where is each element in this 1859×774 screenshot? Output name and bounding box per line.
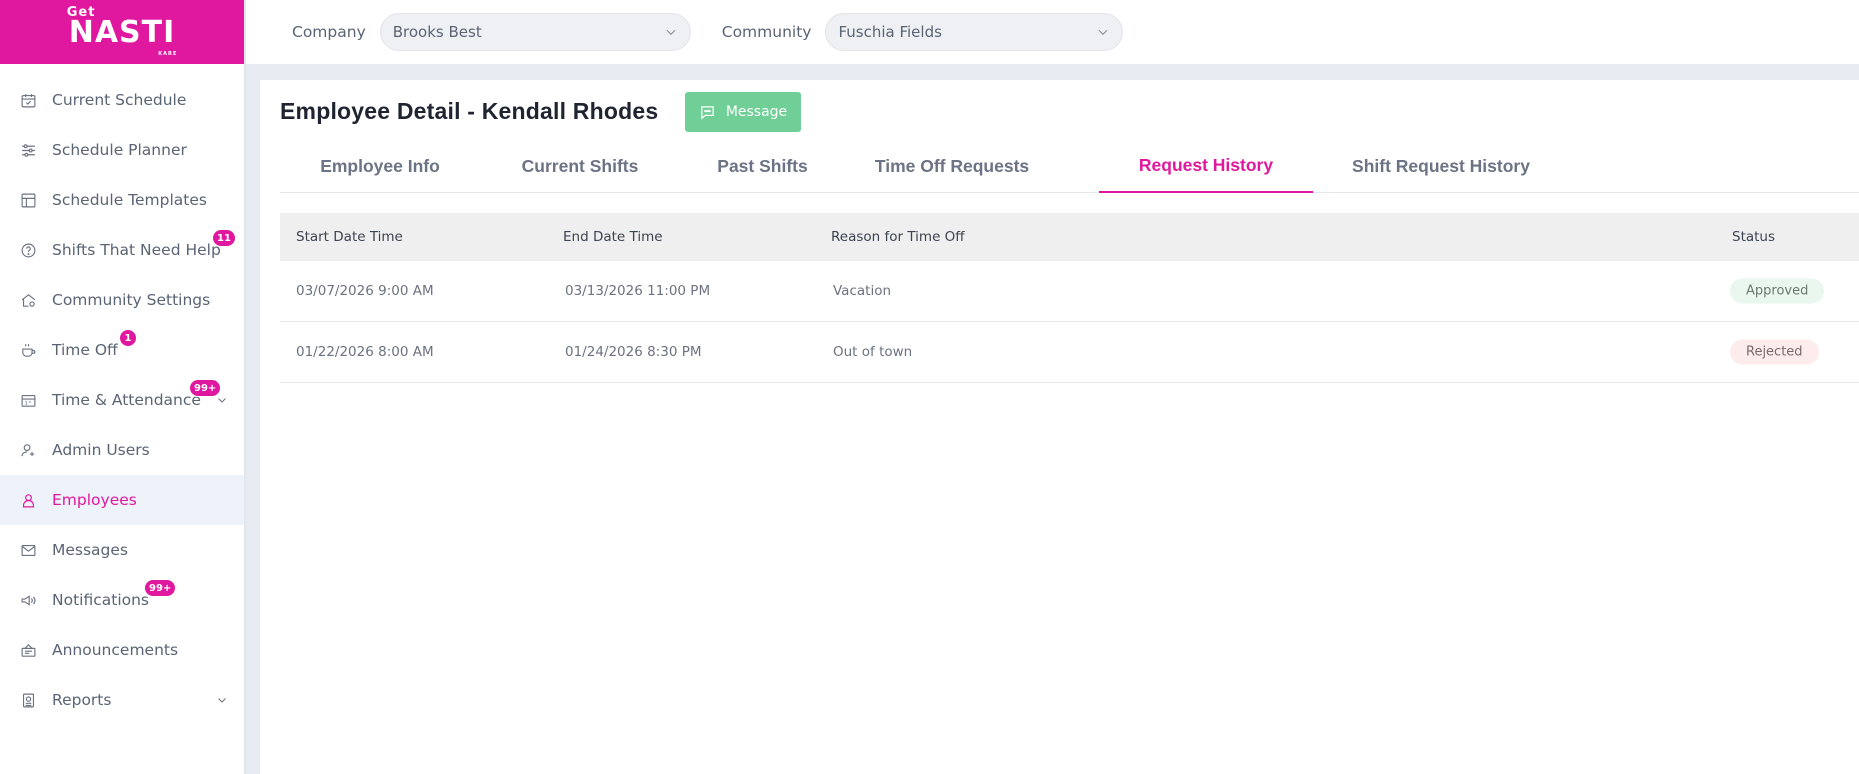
sidebar-item-label: Schedule Templates [52,191,207,209]
user-icon [20,492,37,509]
chat-icon [701,105,714,119]
logo-sub: KARE [158,50,178,57]
sidebar-item-label: Shifts That Need Help [52,241,221,259]
employee-tabs: Employee Info Current Shifts Past Shifts… [280,140,1859,193]
column-header-reason[interactable]: Reason for Time Off [831,229,965,245]
message-button-label: Message [725,104,788,120]
tab-label: Time Off Requests [874,156,1030,176]
sidebar-item-community-settings[interactable]: Community Settings [0,275,244,325]
sidebar-item-label: Announcements [52,641,179,659]
calendar-grid-icon [20,392,37,409]
company-select-value: Brooks Best [392,23,482,41]
tab-label: Past Shifts [717,156,808,176]
sidebar-item-label: Admin Users [52,441,150,459]
sidebar-item-current-schedule[interactable]: Current Schedule [0,75,244,125]
tab-shift-request-history[interactable]: Shift Request History [1313,140,1569,193]
sidebar-item-time-attendance[interactable]: Time & Attendance 99+ [0,375,244,425]
sidebar-nav: Current Schedule Schedule Planner Schedu… [0,64,244,725]
chevron-down-icon [666,29,676,36]
sidebar-item-admin-users[interactable]: Admin Users [0,425,244,475]
sidebar: Get NASTI KARE Current Schedule Schedule… [0,0,246,774]
sidebar-item-label: Time & Attendance [52,391,201,409]
table-header: Start Date Time End Date Time Reason for… [280,213,1859,261]
tab-time-off-requests[interactable]: Time Off Requests [845,140,1059,193]
notification-badge: 1 [119,329,137,347]
sidebar-item-label: Notifications [52,591,150,609]
chevron-down-icon[interactable] [216,394,228,406]
sidebar-item-label: Time Off [52,341,118,359]
layout-icon [20,192,37,209]
signboard-icon [20,642,37,659]
tab-label: Employee Info [320,156,440,176]
megaphone-icon [20,592,37,609]
tab-employee-info[interactable]: Employee Info [280,140,480,193]
company-select[interactable]: Brooks Best [379,13,691,51]
status-badge: Approved [1730,278,1825,304]
tab-current-shifts[interactable]: Current Shifts [480,140,680,193]
sidebar-item-label: Employees [52,491,137,509]
top-bar: Company Brooks Best Community Fuschia Fi… [246,0,1859,64]
cell-reason: Vacation [833,283,892,299]
sidebar-item-reports[interactable]: Reports [0,675,244,725]
column-header-status[interactable]: Status [1732,229,1775,245]
sidebar-item-label: Current Schedule [52,91,187,109]
community-label: Community [721,23,812,41]
tab-past-shifts[interactable]: Past Shifts [680,140,845,193]
request-history-table: Start Date Time End Date Time Reason for… [280,213,1859,383]
sidebar-item-schedule-planner[interactable]: Schedule Planner [0,125,244,175]
table-row[interactable]: 01/22/2026 8:00 AM 01/24/2026 8:30 PM Ou… [280,322,1859,383]
notification-badge: 99+ [144,579,177,597]
report-icon [20,692,37,709]
logo-text: Get NASTI KARE [67,5,177,57]
table-row[interactable]: 03/07/2026 9:00 AM 03/13/2026 11:00 PM V… [280,261,1859,322]
sliders-icon [20,142,37,159]
sidebar-item-schedule-templates[interactable]: Schedule Templates [0,175,244,225]
main-content: Employee Detail - Kendall Rhodes Message… [260,80,1859,774]
content-gutter [246,64,1859,80]
community-select[interactable]: Fuschia Fields [825,13,1124,51]
status-badge: Rejected [1730,339,1819,365]
coffee-icon [20,342,37,359]
sidebar-item-notifications[interactable]: Notifications 99+ [0,575,244,625]
cell-reason: Out of town [833,344,913,360]
sidebar-item-employees[interactable]: Employees [0,475,244,525]
message-button[interactable]: Message [685,92,801,132]
column-header-end[interactable]: End Date Time [563,229,663,245]
cell-end: 01/24/2026 8:30 PM [565,344,702,360]
company-label: Company [292,23,366,41]
sidebar-item-label: Community Settings [52,291,211,309]
community-select-value: Fuschia Fields [838,23,942,41]
mail-icon [20,542,37,559]
calendar-check-icon [20,92,37,109]
logo-main: NASTI [68,14,176,50]
tab-request-history[interactable]: Request History [1099,140,1313,193]
sidebar-item-label: Messages [52,541,129,559]
tab-label: Shift Request History [1352,156,1530,176]
sidebar-item-time-off[interactable]: Time Off 1 [0,325,244,375]
app-logo[interactable]: Get NASTI KARE [0,0,244,64]
page-title: Employee Detail - Kendall Rhodes [280,98,659,124]
cell-start: 01/22/2026 8:00 AM [296,344,434,360]
notification-badge: 11 [212,229,236,247]
sidebar-item-shifts-that-need-help[interactable]: Shifts That Need Help 11 [0,225,244,275]
tab-label: Current Shifts [521,156,639,176]
tab-label: Request History [1138,155,1274,175]
user-gear-icon [20,442,37,459]
home-gear-icon [20,292,37,309]
logo-get: Get [66,4,96,20]
sidebar-item-messages[interactable]: Messages [0,525,244,575]
column-header-start[interactable]: Start Date Time [296,229,403,245]
sidebar-item-announcements[interactable]: Announcements [0,625,244,675]
cell-start: 03/07/2026 9:00 AM [296,283,434,299]
chevron-down-icon[interactable] [216,694,228,706]
sidebar-item-label: Reports [52,691,112,709]
content-gutter-left [246,64,260,774]
chevron-down-icon [1098,29,1108,36]
cell-end: 03/13/2026 11:00 PM [565,283,711,299]
help-circle-icon [20,242,37,259]
sidebar-item-label: Schedule Planner [52,141,187,159]
